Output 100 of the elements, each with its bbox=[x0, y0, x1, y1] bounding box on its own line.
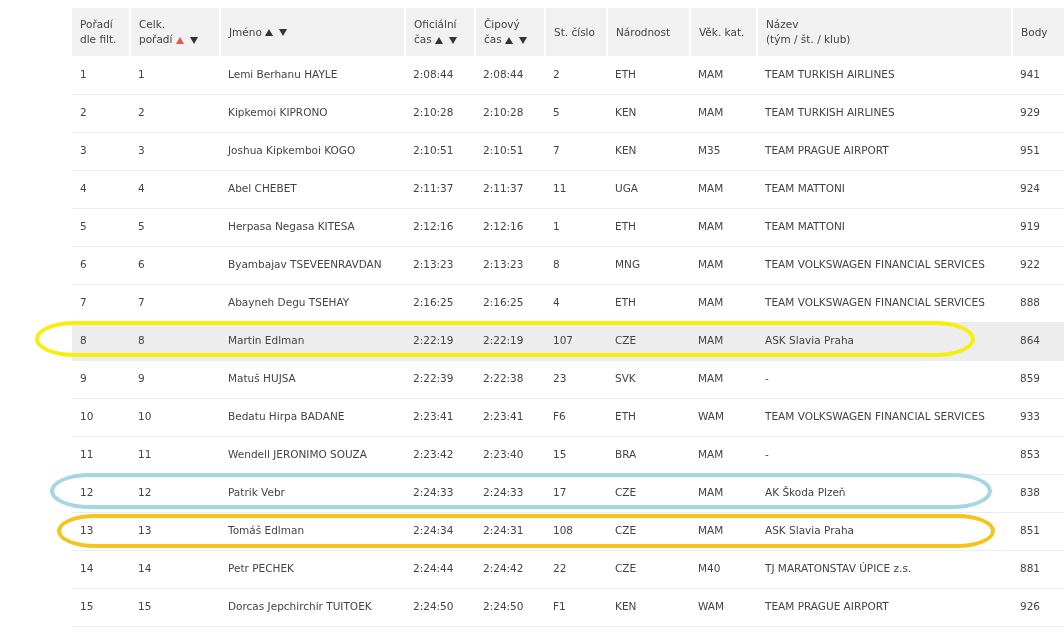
column-header[interactable]: Oficiální bbox=[414, 18, 457, 31]
table-cell: 1 bbox=[130, 56, 220, 94]
table-cell: 14 bbox=[72, 550, 130, 588]
table-cell: CZE bbox=[607, 474, 690, 512]
column-header[interactable]: Celk. bbox=[139, 18, 166, 31]
table-cell: 2:10:28 bbox=[405, 94, 475, 132]
table-cell: Tomáš Edlman bbox=[220, 512, 405, 550]
table-cell: 2:24:33 bbox=[405, 474, 475, 512]
table-cell: 864 bbox=[1012, 322, 1064, 360]
table-cell: WAM bbox=[690, 398, 757, 436]
table-cell: TEAM TURKISH AIRLINES bbox=[757, 56, 1012, 94]
table-cell: 2 bbox=[72, 94, 130, 132]
table-cell: MAM bbox=[690, 512, 757, 550]
table-cell: 2:13:23 bbox=[405, 246, 475, 284]
table-cell: 2:24:33 bbox=[475, 474, 545, 512]
sort-down-icon[interactable] bbox=[189, 36, 198, 44]
table-cell: 13 bbox=[72, 512, 130, 550]
table-cell: 8 bbox=[545, 246, 607, 284]
sort-down-icon[interactable] bbox=[279, 29, 288, 37]
table-cell: 11 bbox=[130, 436, 220, 474]
table-cell: KEN bbox=[607, 94, 690, 132]
table-cell: 2:08:44 bbox=[405, 56, 475, 94]
table-cell: 2:16:25 bbox=[475, 284, 545, 322]
table-cell: 6 bbox=[130, 246, 220, 284]
column-header[interactable]: Čipový bbox=[484, 18, 520, 31]
table-cell: ETH bbox=[607, 208, 690, 246]
table-cell: Herpasa Negasa KITESA bbox=[220, 208, 405, 246]
table-cell: TEAM TURKISH AIRLINES bbox=[757, 94, 1012, 132]
table-cell: 933 bbox=[1012, 398, 1064, 436]
sort-up-icon[interactable] bbox=[435, 36, 443, 44]
table-cell: 2:23:41 bbox=[475, 398, 545, 436]
table-cell: ASK Slavia Praha bbox=[757, 512, 1012, 550]
table-cell: 2:11:37 bbox=[405, 170, 475, 208]
table-cell: 2:12:16 bbox=[475, 208, 545, 246]
table-cell: 929 bbox=[1012, 94, 1064, 132]
table-cell: 10 bbox=[72, 398, 130, 436]
table-cell: MAM bbox=[690, 474, 757, 512]
table-cell: 7 bbox=[72, 284, 130, 322]
table-cell: 851 bbox=[1012, 512, 1064, 550]
table-cell: 12 bbox=[130, 474, 220, 512]
table-cell: TEAM PRAGUE AIRPORT bbox=[757, 132, 1012, 170]
column-header: Body bbox=[1012, 8, 1064, 56]
sort-up-icon[interactable] bbox=[505, 36, 513, 44]
table-cell: 2:24:50 bbox=[405, 588, 475, 626]
table-cell: Byambajav TSEVEENRAVDAN bbox=[220, 246, 405, 284]
column-header[interactable]: čas bbox=[484, 33, 505, 45]
table-cell: 108 bbox=[545, 512, 607, 550]
table-cell: 14 bbox=[130, 550, 220, 588]
table-cell: AK Škoda Plzeň bbox=[757, 474, 1012, 512]
table-cell: 7 bbox=[545, 132, 607, 170]
table-cell: Abel CHEBET bbox=[220, 170, 405, 208]
table-cell: 2:22:38 bbox=[475, 360, 545, 398]
table-cell: TEAM VOLKSWAGEN FINANCIAL SERVICES bbox=[757, 284, 1012, 322]
column-header: Věk. kat. bbox=[690, 8, 757, 56]
table-cell: 15 bbox=[545, 436, 607, 474]
table-cell: 2:24:50 bbox=[475, 588, 545, 626]
sort-down-icon[interactable] bbox=[519, 36, 527, 44]
table-cell: Patrik Vebr bbox=[220, 474, 405, 512]
table-cell: Wendell JERONIMO SOUZA bbox=[220, 436, 405, 474]
table-cell: 6 bbox=[72, 246, 130, 284]
table-cell: TJ MARATONSTAV ÚPICE z.s. bbox=[757, 550, 1012, 588]
column-header: Název (tým / št. / klub) bbox=[757, 8, 1012, 56]
table-cell: 4 bbox=[130, 170, 220, 208]
table-cell: 15 bbox=[72, 588, 130, 626]
table-cell: F6 bbox=[545, 398, 607, 436]
table-cell: 15 bbox=[130, 588, 220, 626]
table-cell: TEAM MATTONI bbox=[757, 208, 1012, 246]
column-header: Pořadí dle filt. bbox=[72, 8, 130, 56]
table-cell: 2 bbox=[130, 94, 220, 132]
sort-up-icon[interactable] bbox=[265, 29, 274, 37]
sort-down-icon[interactable] bbox=[449, 36, 457, 44]
column-header[interactable]: čas bbox=[414, 33, 435, 45]
table-cell: 2:23:40 bbox=[475, 436, 545, 474]
table-cell: 12 bbox=[72, 474, 130, 512]
table-cell: MAM bbox=[690, 170, 757, 208]
table-cell: - bbox=[757, 436, 1012, 474]
table-cell: Bedatu Hirpa BADANE bbox=[220, 398, 405, 436]
table-cell: 919 bbox=[1012, 208, 1064, 246]
table-cell: 2:13:23 bbox=[475, 246, 545, 284]
table-cell: 859 bbox=[1012, 360, 1064, 398]
table-cell: ETH bbox=[607, 56, 690, 94]
table-cell: 2:11:37 bbox=[475, 170, 545, 208]
table-cell: MAM bbox=[690, 246, 757, 284]
table-cell: Abayneh Degu TSEHAY bbox=[220, 284, 405, 322]
table-cell: F1 bbox=[545, 588, 607, 626]
table-cell: 922 bbox=[1012, 246, 1064, 284]
table-cell: TEAM MATTONI bbox=[757, 170, 1012, 208]
table-cell: 2:12:16 bbox=[405, 208, 475, 246]
table-cell: UGA bbox=[607, 170, 690, 208]
column-header[interactable]: Jméno bbox=[229, 25, 266, 38]
table-cell: 5 bbox=[72, 208, 130, 246]
table-cell: Joshua Kipkemboi KOGO bbox=[220, 132, 405, 170]
table-cell: 924 bbox=[1012, 170, 1064, 208]
table-cell: 2:24:31 bbox=[475, 512, 545, 550]
table-cell: ETH bbox=[607, 284, 690, 322]
table-cell: - bbox=[757, 360, 1012, 398]
table-cell: Kipkemoi KIPRONO bbox=[220, 94, 405, 132]
table-cell: 17 bbox=[545, 474, 607, 512]
column-header[interactable]: pořadí bbox=[139, 33, 176, 45]
table-cell: TEAM PRAGUE AIRPORT bbox=[757, 588, 1012, 626]
